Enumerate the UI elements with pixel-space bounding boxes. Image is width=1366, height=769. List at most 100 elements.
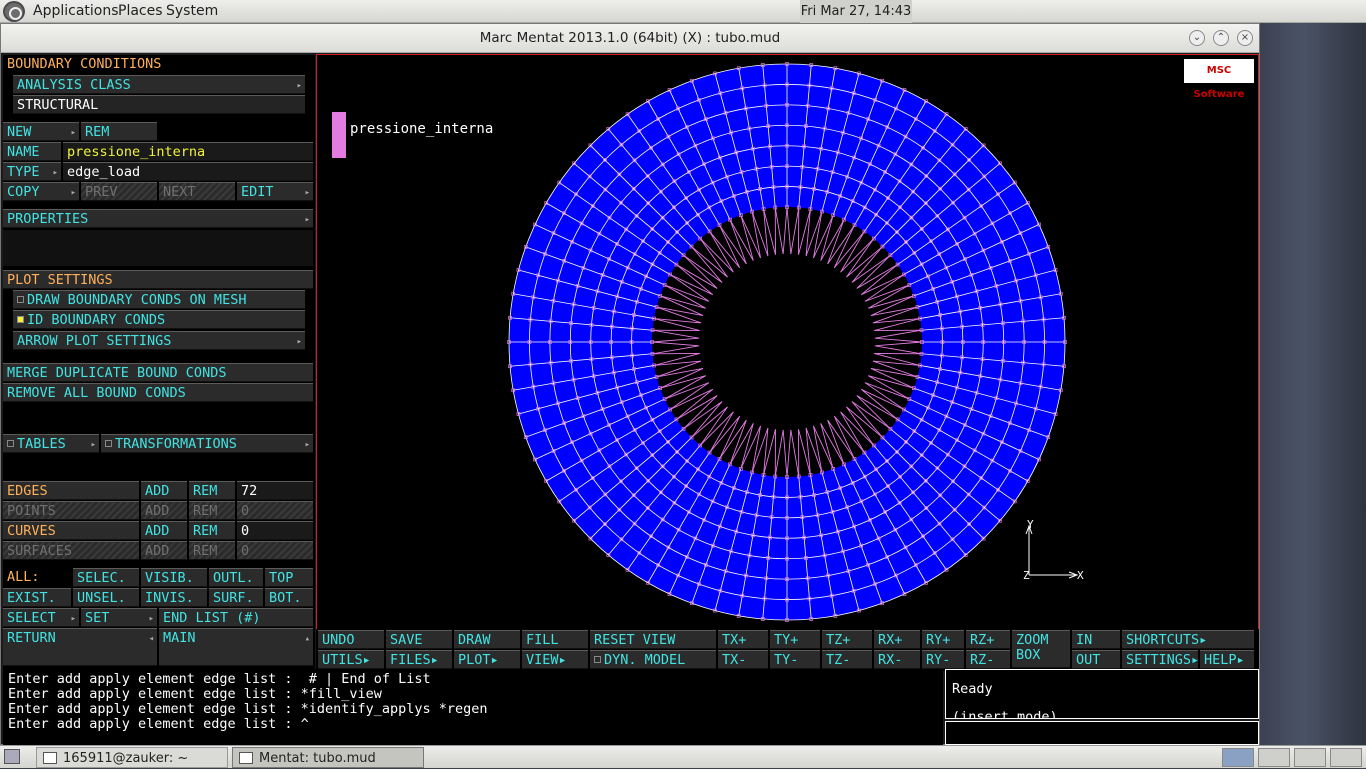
panel-header: BOUNDARY CONDITIONS [3,55,315,74]
side-panel: BOUNDARY CONDITIONS ANALYSIS CLASS ▸ STRU… [3,55,315,669]
mesh-canvas[interactable] [317,55,1258,626]
workspace-2[interactable] [1258,748,1290,767]
help-button[interactable]: HELP▸ [1200,650,1254,669]
tz-plus-button[interactable]: TZ+ [822,630,872,649]
edges-rem-button[interactable]: REM [189,481,235,500]
rx-minus-button[interactable]: RX- [874,650,920,669]
rem-button[interactable]: REM [81,122,157,141]
settings-button[interactable]: SETTINGS▸ [1122,650,1198,669]
text-cursor-icon: ^ [300,716,309,732]
select-selec-button[interactable]: SELEC. [73,568,139,587]
show-desktop-icon[interactable] [4,749,20,764]
select-unsel-button[interactable]: UNSEL. [73,588,139,607]
edges-add-button[interactable]: ADD [141,481,187,500]
ty-plus-button[interactable]: TY+ [770,630,820,649]
analysis-class-button[interactable]: ANALYSIS CLASS ▸ [13,75,305,94]
copy-button[interactable]: COPY ▸ [3,182,79,201]
menu-applications[interactable]: Applications [33,3,119,19]
clock[interactable]: Fri Mar 27, 14:43 [800,0,912,23]
draw-button[interactable]: DRAW [454,630,520,649]
workspace-4[interactable] [1330,748,1362,767]
select-top-button[interactable]: TOP [265,568,313,587]
tz-minus-button[interactable]: TZ- [822,650,872,669]
select-exist-button[interactable]: EXIST. [3,588,71,607]
select-visib-button[interactable]: VISIB. [141,568,207,587]
command-history[interactable]: Enter add apply element edge list : # | … [3,669,943,745]
checkbox-icon [7,440,14,447]
task-terminal[interactable]: 165911@zauker: ~ [36,747,228,768]
graphics-viewport[interactable]: MSC Software pressione_interna Y X Z 1 [316,54,1259,651]
status-panel: Ready (insert mode) [945,669,1259,719]
tx-minus-button[interactable]: TX- [718,650,768,669]
curves-rem-button[interactable]: REM [189,521,235,540]
end-list-button[interactable]: END LIST (#) [159,608,313,627]
maximize-icon[interactable]: ⌃ [1213,30,1229,46]
minimize-icon[interactable]: ⌄ [1189,30,1205,46]
view-button[interactable]: VIEW▸ [522,650,588,669]
edit-button[interactable]: EDIT ▸ [237,182,313,201]
checkbox-icon [17,296,24,303]
transformations-button[interactable]: TRANSFORMATIONS ▸ [101,434,313,453]
prev-button[interactable]: PREV [81,182,157,201]
set-button[interactable]: SET ▸ [81,608,157,627]
return-button[interactable]: RETURN ◂ [3,628,157,666]
points-rem-button[interactable]: REM [189,501,235,520]
zoom-box-button[interactable]: ZOOM BOX [1012,630,1070,668]
tables-button[interactable]: TABLES ▸ [3,434,99,453]
utils-button[interactable]: UTILS▸ [318,650,384,669]
transformations-label: TRANSFORMATIONS [115,436,237,452]
select-outl-button[interactable]: OUTL. [209,568,263,587]
dyn-model-toggle[interactable]: DYN. MODEL [590,650,716,669]
prompt-text: Enter add apply element edge list : [8,716,293,732]
files-button[interactable]: FILES▸ [386,650,452,669]
next-button[interactable]: NEXT [159,182,235,201]
new-button[interactable]: NEW ▸ [3,122,79,141]
points-add-button[interactable]: ADD [141,501,187,520]
reset-view-button[interactable]: RESET VIEW [590,630,716,649]
fill-button[interactable]: FILL [522,630,588,649]
zoom-in-button[interactable]: IN [1072,630,1120,649]
workspace-3[interactable] [1294,748,1326,767]
ry-plus-button[interactable]: RY+ [922,630,964,649]
workspace-1[interactable] [1222,748,1254,767]
shortcuts-button[interactable]: SHORTCUTS▸ [1122,630,1254,649]
points-count: 0 [237,501,313,520]
remove-all-button[interactable]: REMOVE ALL BOUND CONDS [3,383,313,402]
arrow-plot-settings-button[interactable]: ARROW PLOT SETTINGS ▸ [13,331,305,350]
plot-settings-label: PLOT SETTINGS [3,270,313,289]
save-button[interactable]: SAVE [386,630,452,649]
distro-logo-icon[interactable] [3,1,25,22]
tx-plus-button[interactable]: TX+ [718,630,768,649]
rx-plus-button[interactable]: RX+ [874,630,920,649]
close-icon[interactable]: × [1237,30,1253,46]
ry-minus-button[interactable]: RY- [922,650,964,669]
type-button[interactable]: TYPE ▸ [3,162,61,181]
points-label: POINTS [3,501,139,520]
curves-add-button[interactable]: ADD [141,521,187,540]
properties-button[interactable]: PROPERTIES ▸ [3,209,313,228]
plot-button[interactable]: PLOT▸ [454,650,520,669]
ty-minus-button[interactable]: TY- [770,650,820,669]
surfaces-rem-button[interactable]: REM [189,541,235,560]
id-bc-toggle[interactable]: ID BOUNDARY CONDS [13,310,305,329]
window-titlebar[interactable]: Marc Mentat 2013.1.0 (64bit) (X) : tubo.… [1,24,1259,53]
select-bot-button[interactable]: BOT. [265,588,313,607]
main-label: MAIN [163,630,196,646]
select-surf-button[interactable]: SURF. [209,588,263,607]
command-prompt[interactable]: Enter add apply element edge list : ^ [8,717,943,732]
select-invis-button[interactable]: INVIS. [141,588,207,607]
rz-plus-button[interactable]: RZ+ [966,630,1010,649]
task-mentat[interactable]: Mentat: tubo.mud [232,747,424,768]
menu-places[interactable]: Places [118,3,163,19]
menu-system[interactable]: System [166,3,218,19]
surfaces-add-button[interactable]: ADD [141,541,187,560]
main-button[interactable]: MAIN ▴ [159,628,313,666]
zoom-out-button[interactable]: OUT [1072,650,1120,669]
select-button[interactable]: SELECT ▸ [3,608,79,627]
rz-minus-button[interactable]: RZ- [966,650,1010,669]
undo-button[interactable]: UNDO [318,630,384,649]
name-field[interactable]: pressione_interna [63,142,313,161]
merge-duplicate-button[interactable]: MERGE DUPLICATE BOUND CONDS [3,363,313,382]
draw-bc-on-mesh-toggle[interactable]: DRAW BOUNDARY CONDS ON MESH [13,290,305,309]
surfaces-label: SURFACES [3,541,139,560]
